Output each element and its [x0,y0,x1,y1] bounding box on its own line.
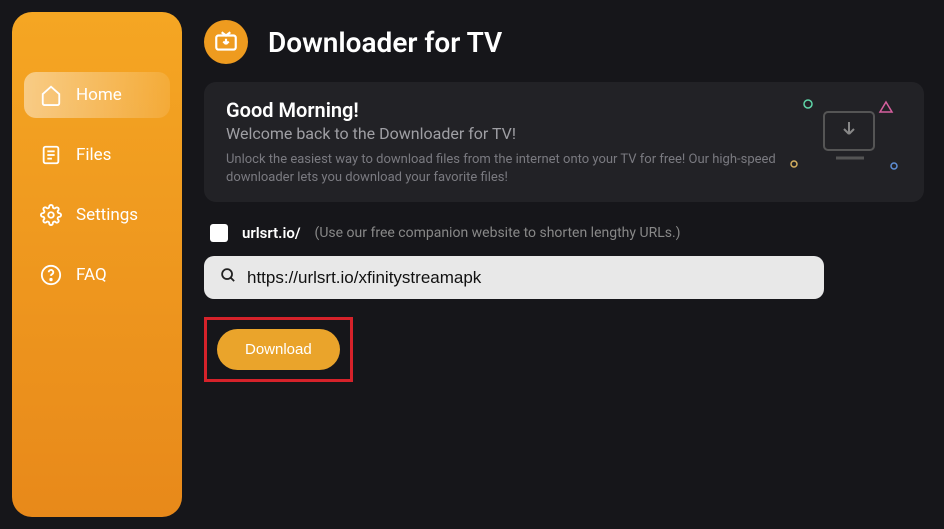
download-button[interactable]: Download [217,329,340,370]
url-shortener-row: urlsrt.io/ (Use our free companion websi… [204,224,924,242]
url-input[interactable] [247,268,808,288]
decorative-graphic [786,94,906,182]
welcome-description: Unlock the easiest way to download files… [226,151,786,186]
sidebar-item-label: FAQ [76,265,107,285]
sidebar-item-home[interactable]: Home [24,72,170,118]
url-input-box[interactable] [204,256,824,299]
url-hint-text: (Use our free companion website to short… [315,225,681,241]
welcome-card: Good Morning! Welcome back to the Downlo… [204,82,924,202]
sidebar-item-label: Home [76,85,122,105]
url-prefix-label: urlsrt.io/ [242,224,301,242]
files-icon [40,144,62,166]
app-header: Downloader for TV [204,20,924,64]
sidebar-item-faq[interactable]: FAQ [24,252,170,298]
app-title: Downloader for TV [268,26,502,59]
search-icon [220,267,237,288]
sidebar: Home Files Settings FAQ [12,12,182,517]
main-content: Downloader for TV Good Morning! Welcome … [194,0,944,529]
download-highlight-frame: Download [204,317,353,382]
url-shortener-checkbox[interactable] [210,224,228,242]
sidebar-item-label: Files [76,145,111,165]
help-icon [40,264,62,286]
home-icon [40,84,62,106]
sidebar-item-files[interactable]: Files [24,132,170,178]
sidebar-item-label: Settings [76,205,138,225]
sidebar-item-settings[interactable]: Settings [24,192,170,238]
gear-icon [40,204,62,226]
app-logo-icon [204,20,248,64]
